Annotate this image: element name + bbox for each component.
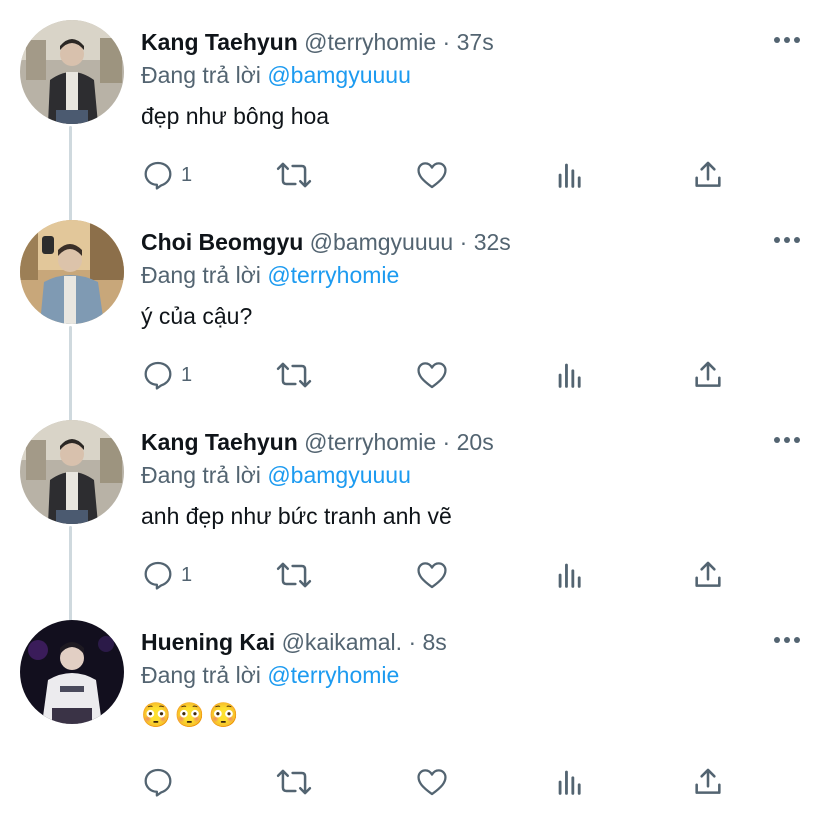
share-icon (695, 561, 721, 587)
views-chart-icon (558, 770, 581, 795)
share-button[interactable] (691, 762, 725, 802)
timestamp[interactable]: 20s (457, 429, 494, 455)
tweet-text: anh đẹp như bức tranh anh vẽ (141, 503, 452, 529)
separator: · (442, 29, 451, 55)
tweet[interactable]: Kang Taehyun @terryhomie · 20s Đang trả … (0, 400, 828, 600)
reply-icon (144, 361, 172, 390)
reply-context: Đang trả lời @bamgyuuuu (141, 60, 411, 90)
retweet-button[interactable] (276, 155, 312, 195)
views-chart-icon (558, 163, 581, 188)
views-button[interactable] (553, 155, 587, 195)
avatar-photo-icon (20, 620, 124, 724)
avatar[interactable] (20, 620, 124, 724)
avatar-photo-icon (20, 420, 124, 524)
heart-icon (417, 769, 447, 796)
heart-icon (417, 162, 447, 189)
tweet-actions: 1 (141, 155, 801, 195)
reply-mention-link[interactable]: @bamgyuuuu (267, 62, 411, 88)
retweet-icon (276, 362, 312, 388)
tweet-text: đẹp như bông hoa (141, 103, 330, 129)
separator: · (442, 429, 451, 455)
retweet-button[interactable] (276, 355, 312, 395)
display-name[interactable]: Kang Taehyun (141, 29, 298, 55)
views-button[interactable] (553, 355, 587, 395)
tweet-header: Huening Kai @kaikamal. · 8s (141, 627, 447, 657)
tweet-actions: 1 (141, 355, 801, 395)
share-icon (695, 768, 721, 794)
reply-button[interactable] (141, 762, 181, 802)
like-button[interactable] (415, 762, 449, 802)
reply-prefix: Đang trả lời (141, 262, 261, 288)
reply-mention-link[interactable]: @bamgyuuuu (267, 462, 411, 488)
reply-icon (144, 768, 172, 797)
tweet-header: Kang Taehyun @terryhomie · 37s (141, 27, 494, 57)
reply-prefix: Đang trả lời (141, 462, 261, 488)
share-icon (695, 361, 721, 387)
views-button[interactable] (553, 555, 587, 595)
retweet-button[interactable] (276, 555, 312, 595)
share-icon (695, 161, 721, 187)
reply-prefix: Đang trả lời (141, 62, 261, 88)
retweet-icon (276, 162, 312, 188)
share-button[interactable] (691, 155, 725, 195)
reply-count: 1 (181, 163, 193, 186)
tweet-header: Choi Beomgyu @bamgyuuuu · 32s (141, 227, 511, 257)
more-options-icon[interactable] (772, 228, 802, 252)
separator: · (408, 629, 417, 655)
display-name[interactable]: Choi Beomgyu (141, 229, 303, 255)
user-handle[interactable]: @terryhomie (304, 429, 436, 455)
views-chart-icon (558, 563, 581, 588)
heart-icon (417, 362, 447, 389)
user-handle[interactable]: @kaikamal. (282, 629, 403, 655)
views-button[interactable] (553, 762, 587, 802)
tweet[interactable]: Huening Kai @kaikamal. · 8s Đang trả lời… (0, 600, 828, 800)
reply-prefix: Đang trả lời (141, 662, 261, 688)
tweet-text: 😳😳😳 (141, 702, 243, 729)
tweet-header: Kang Taehyun @terryhomie · 20s (141, 427, 494, 457)
more-options-icon[interactable] (772, 628, 802, 652)
avatar[interactable] (20, 220, 124, 324)
timestamp[interactable]: 8s (423, 629, 447, 655)
retweet-icon (276, 562, 312, 588)
reply-context: Đang trả lời @terryhomie (141, 260, 399, 290)
views-chart-icon (558, 363, 581, 388)
reply-button[interactable]: 1 (141, 155, 192, 195)
more-options-icon[interactable] (772, 428, 802, 452)
reply-count: 1 (181, 363, 193, 386)
like-button[interactable] (415, 155, 449, 195)
display-name[interactable]: Kang Taehyun (141, 429, 298, 455)
timestamp[interactable]: 37s (457, 29, 494, 55)
timestamp[interactable]: 32s (474, 229, 511, 255)
reply-context: Đang trả lời @terryhomie (141, 660, 399, 690)
avatar-photo-icon (20, 220, 124, 324)
tweet-actions (141, 762, 801, 802)
reply-button[interactable]: 1 (141, 555, 192, 595)
user-handle[interactable]: @bamgyuuuu (310, 229, 454, 255)
more-options-icon[interactable] (772, 28, 802, 52)
avatar[interactable] (20, 420, 124, 524)
tweet-actions: 1 (141, 555, 801, 595)
display-name[interactable]: Huening Kai (141, 629, 275, 655)
retweet-icon (276, 769, 312, 795)
separator: · (459, 229, 468, 255)
reply-icon (144, 161, 172, 190)
reply-mention-link[interactable]: @terryhomie (267, 662, 399, 688)
reply-icon (144, 561, 172, 590)
reply-mention-link[interactable]: @terryhomie (267, 262, 399, 288)
avatar-photo-icon (20, 20, 124, 124)
share-button[interactable] (691, 355, 725, 395)
heart-icon (417, 562, 447, 589)
retweet-button[interactable] (276, 762, 312, 802)
share-button[interactable] (691, 555, 725, 595)
like-button[interactable] (415, 555, 449, 595)
reply-context: Đang trả lời @bamgyuuuu (141, 460, 411, 490)
reply-count: 1 (181, 563, 193, 586)
avatar[interactable] (20, 20, 124, 124)
reply-button[interactable]: 1 (141, 355, 192, 395)
tweet[interactable]: Kang Taehyun @terryhomie · 37s Đang trả … (0, 0, 828, 200)
like-button[interactable] (415, 355, 449, 395)
tweet-text: ý của cậu? (141, 303, 253, 329)
tweet[interactable]: Choi Beomgyu @bamgyuuuu · 32s Đang trả l… (0, 200, 828, 400)
user-handle[interactable]: @terryhomie (304, 29, 436, 55)
